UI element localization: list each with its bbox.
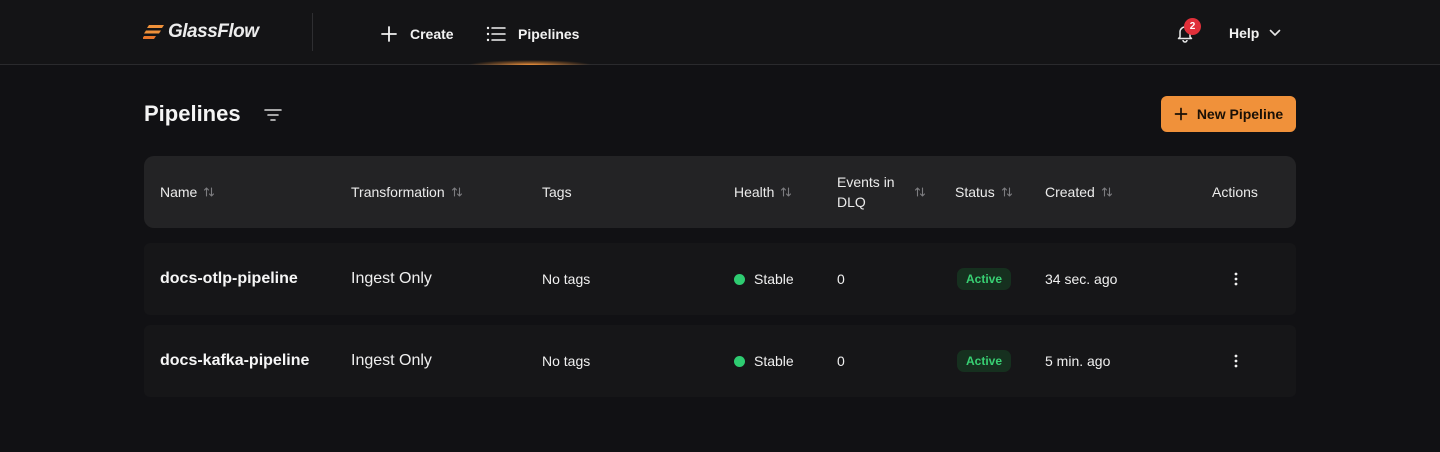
transformation-cell: Ingest Only: [351, 352, 432, 369]
column-header-actions: Actions: [1212, 156, 1258, 228]
column-label: Name: [160, 184, 198, 200]
status-badge: Active: [957, 350, 1012, 372]
column-label: Transformation: [351, 184, 445, 200]
column-header-health[interactable]: Health: [734, 156, 792, 228]
column-header-status[interactable]: Status: [955, 156, 1013, 228]
created-cell: 34 sec. ago: [1045, 271, 1118, 287]
sort-icon: [451, 187, 462, 197]
column-header-created[interactable]: Created: [1045, 156, 1113, 228]
column-label: Status: [955, 184, 995, 200]
column-header-transformation[interactable]: Transformation: [351, 156, 463, 228]
column-header-name[interactable]: Name: [160, 156, 215, 228]
table-row[interactable]: docs-otlp-pipeline Ingest Only No tags S…: [144, 243, 1296, 315]
health-cell: Stable: [734, 325, 794, 397]
nav-pipelines-label: Pipelines: [518, 26, 580, 42]
row-actions-button[interactable]: [1226, 325, 1246, 397]
health-status-dot: [734, 355, 745, 367]
help-label: Help: [1229, 25, 1260, 41]
health-label: Stable: [754, 353, 794, 369]
column-label: Events in DLQ: [837, 172, 899, 212]
status-badge: Active: [957, 268, 1012, 290]
tags-cell: No tags: [542, 271, 591, 287]
tags-cell: No tags: [542, 353, 591, 369]
sort-icon: [781, 187, 792, 197]
top-navigation-bar: GlassFlow Create Pipelines 2 Help: [0, 0, 1440, 65]
pipeline-name[interactable]: docs-kafka-pipeline: [160, 325, 309, 397]
dlq-events-cell: 0: [837, 353, 845, 369]
dlq-events-cell: 0: [837, 271, 845, 287]
header-divider: [312, 13, 313, 51]
brand-name: GlassFlow: [168, 21, 259, 42]
sort-icon: [914, 187, 926, 197]
column-label-line: DLQ: [837, 194, 866, 210]
more-vertical-icon: [1234, 354, 1238, 368]
column-label: Health: [734, 184, 775, 200]
active-tab-indicator: [468, 60, 592, 65]
column-label: Created: [1045, 184, 1095, 200]
health-status-dot: [734, 273, 745, 285]
sort-icon: [1101, 187, 1112, 197]
column-label: Actions: [1212, 184, 1258, 200]
page-title: Pipelines: [144, 101, 241, 126]
sort-icon: [1001, 187, 1012, 197]
column-header-tags: Tags: [542, 156, 572, 228]
help-menu[interactable]: Help: [1229, 22, 1281, 44]
sort-icon: [204, 187, 215, 197]
created-cell: 5 min. ago: [1045, 353, 1111, 369]
nav-create-label: Create: [410, 26, 454, 42]
list-icon: [486, 26, 506, 42]
table-header: Name Transformation Tags Health Events i…: [144, 156, 1296, 228]
health-label: Stable: [754, 271, 794, 287]
column-label-line: Events in: [837, 174, 895, 190]
more-vertical-icon: [1234, 272, 1238, 286]
status-cell: Active: [957, 243, 1012, 315]
filter-icon[interactable]: [262, 104, 284, 126]
column-label: Tags: [542, 184, 572, 200]
health-cell: Stable: [734, 243, 794, 315]
glassflow-logo-icon: [143, 25, 164, 39]
glassflow-logo[interactable]: GlassFlow: [143, 20, 259, 44]
column-header-events-in-dlq[interactable]: Events in DLQ: [837, 156, 926, 228]
row-actions-button[interactable]: [1226, 243, 1246, 315]
nav-pipelines[interactable]: Pipelines: [486, 20, 579, 48]
nav-create[interactable]: Create: [380, 20, 454, 48]
pipeline-name[interactable]: docs-otlp-pipeline: [160, 243, 298, 315]
notification-count-badge: 2: [1184, 18, 1201, 35]
status-cell: Active: [957, 325, 1012, 397]
chevron-down-icon: [1270, 29, 1281, 36]
plus-icon: [1174, 107, 1188, 121]
new-pipeline-label: New Pipeline: [1196, 106, 1284, 122]
table-row[interactable]: docs-kafka-pipeline Ingest Only No tags …: [144, 325, 1296, 397]
new-pipeline-button[interactable]: New Pipeline: [1161, 96, 1296, 132]
plus-icon: [381, 26, 397, 42]
transformation-cell: Ingest Only: [351, 270, 432, 287]
